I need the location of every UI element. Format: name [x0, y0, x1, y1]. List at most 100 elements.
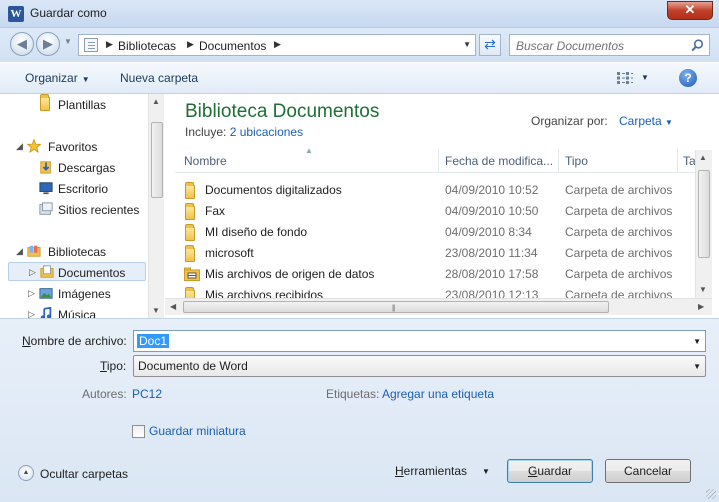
breadcrumb-separator-icon[interactable]: ▶ — [274, 39, 281, 50]
chevron-down-icon: ▼ — [665, 118, 673, 127]
file-type: Carpeta de archivos — [565, 246, 673, 260]
column-header-size[interactable]: Ta — [683, 154, 696, 168]
forward-button[interactable]: ▶ — [36, 32, 60, 56]
sort-ascending-icon: ▲ — [305, 146, 313, 155]
cancel-button[interactable]: Cancelar — [605, 459, 691, 483]
save-button[interactable]: Guardar — [507, 459, 593, 483]
breadcrumb-separator-icon[interactable]: ▶ — [106, 39, 113, 50]
file-type: Carpeta de archivos — [565, 183, 673, 197]
change-view-icon[interactable] — [617, 72, 633, 84]
collapse-up-icon[interactable]: ▲ — [18, 465, 34, 481]
arrange-by-dropdown[interactable]: Carpeta ▼ — [619, 114, 673, 128]
star-icon — [26, 139, 42, 153]
scroll-up-icon[interactable]: ▲ — [699, 153, 707, 162]
scroll-down-icon[interactable]: ▼ — [152, 306, 160, 315]
nav-item-label: Escritorio — [58, 182, 109, 196]
save-thumbnail-label[interactable]: Guardar miniatura — [149, 424, 246, 438]
includes-label: Incluye: — [185, 125, 227, 139]
close-button[interactable]: ✕ — [667, 1, 713, 20]
nav-item-descargas[interactable]: Descargas — [8, 158, 148, 177]
nav-item-sitios-recientes[interactable]: Sitios recientes — [8, 200, 148, 219]
nav-item-label: Sitios recientes — [58, 203, 140, 217]
collapsed-arrow-icon[interactable]: ▷ — [28, 309, 35, 318]
resize-grip[interactable] — [706, 489, 716, 499]
table-row[interactable]: Mis archivos de origen de datos 28/08/20… — [175, 264, 695, 285]
file-type: Carpeta de archivos — [565, 204, 673, 218]
scroll-left-icon[interactable]: ◀ — [170, 302, 176, 311]
tags-value[interactable]: Agregar una etiqueta — [382, 387, 494, 401]
table-row[interactable]: MI diseño de fondo 04/09/2010 8:34 Carpe… — [175, 222, 695, 243]
nav-item-label: Imágenes — [58, 287, 111, 301]
organize-button[interactable]: Organizar ▼ — [25, 71, 90, 85]
collapsed-arrow-icon[interactable]: ▷ — [29, 267, 36, 278]
file-name: Fax — [205, 204, 226, 218]
desktop-icon — [39, 182, 53, 195]
recent-places-icon — [39, 202, 53, 215]
address-bar[interactable]: ▶ Bibliotecas ▶ Documentos ▶ ▼ — [78, 34, 476, 56]
recent-pages-dropdown-icon[interactable]: ▼ — [64, 37, 72, 46]
window-title: Guardar como — [30, 6, 107, 20]
file-type-value: Documento de Word — [138, 359, 248, 373]
chevron-down-icon[interactable]: ▼ — [693, 337, 701, 346]
authors-value[interactable]: PC12 — [132, 387, 162, 401]
table-row[interactable]: microsoft 23/08/2010 11:34 Carpeta de ar… — [175, 243, 695, 264]
tools-button[interactable]: Herramientas — [395, 464, 467, 478]
column-header-type[interactable]: Tipo — [565, 154, 588, 168]
library-includes: Incluye: 2 ubicaciones — [185, 125, 303, 139]
scroll-up-icon[interactable]: ▲ — [152, 97, 160, 106]
command-bar: Organizar ▼ Nueva carpeta ▼ ? — [0, 62, 719, 94]
title-bar: W Guardar como ✕ — [0, 0, 719, 28]
filename-input[interactable]: Doc1 ▼ — [133, 330, 706, 352]
chevron-down-icon[interactable]: ▼ — [482, 467, 490, 476]
chevron-down-icon[interactable]: ▼ — [693, 362, 701, 371]
back-button[interactable]: ◀ — [10, 32, 34, 56]
table-row[interactable]: Fax 04/09/2010 10:50 Carpeta de archivos — [175, 201, 695, 222]
file-name: microsoft — [205, 246, 254, 260]
locations-link[interactable]: 2 ubicaciones — [230, 125, 303, 139]
breadcrumb-bibliotecas[interactable]: Bibliotecas — [118, 39, 176, 53]
file-date: 28/08/2010 17:58 — [445, 267, 539, 281]
file-type-select[interactable]: Documento de Word ▼ — [133, 355, 706, 377]
nav-item-favoritos[interactable]: ◢ Favoritos — [8, 137, 148, 156]
column-header-name[interactable]: Nombre — [184, 154, 227, 168]
file-date: 04/09/2010 10:52 — [445, 183, 539, 197]
column-divider[interactable] — [438, 149, 439, 173]
scrollbar-thumb[interactable]: ||| — [183, 301, 609, 313]
column-header-row: ▲ Nombre Fecha de modifica... Tipo Ta — [175, 146, 696, 173]
table-row[interactable]: Documentos digitalizados 04/09/2010 10:5… — [175, 180, 695, 201]
scroll-right-icon[interactable]: ▶ — [698, 302, 704, 311]
hide-folders-button[interactable]: Ocultar carpetas — [40, 467, 128, 481]
file-list-horizontal-scrollbar[interactable]: ◀ ||| ▶ — [165, 298, 712, 315]
collapsed-arrow-icon[interactable]: ▷ — [28, 288, 35, 299]
navigation-scrollbar[interactable]: ▲ ▼ — [148, 94, 164, 318]
nav-item-plantillas[interactable]: Plantillas — [8, 94, 148, 114]
expanded-arrow-icon[interactable]: ◢ — [16, 141, 23, 152]
expanded-arrow-icon[interactable]: ◢ — [16, 246, 23, 257]
nav-item-imagenes[interactable]: ▷ Imágenes — [8, 284, 148, 303]
refresh-button[interactable]: ⇄ — [479, 34, 501, 56]
search-input[interactable]: Buscar Documentos — [509, 34, 710, 56]
authors-label: Autores: — [82, 387, 127, 401]
search-icon[interactable] — [691, 39, 704, 52]
breadcrumb-separator-icon[interactable]: ▶ — [187, 39, 194, 50]
save-thumbnail-checkbox[interactable] — [132, 425, 145, 438]
column-header-date[interactable]: Fecha de modifica... — [445, 154, 553, 168]
nav-item-musica[interactable]: ▷ Música — [8, 305, 148, 318]
column-divider[interactable] — [677, 149, 678, 173]
help-icon[interactable]: ? — [679, 69, 697, 87]
scroll-down-icon[interactable]: ▼ — [699, 285, 707, 294]
new-folder-button[interactable]: Nueva carpeta — [120, 71, 198, 85]
filename-label: Nombre de archivo: — [22, 334, 127, 348]
nav-item-bibliotecas[interactable]: ◢ Bibliotecas — [8, 242, 148, 261]
file-list-vertical-scrollbar[interactable]: ▲ ▼ — [695, 150, 712, 298]
breadcrumb-documentos[interactable]: Documentos — [199, 39, 266, 53]
address-dropdown-icon[interactable]: ▼ — [463, 40, 471, 49]
scrollbar-thumb[interactable] — [698, 170, 710, 258]
nav-item-documentos[interactable]: ▷ Documentos — [8, 262, 146, 281]
scrollbar-thumb[interactable] — [151, 122, 163, 198]
save-label-text: uardar — [537, 464, 573, 478]
column-divider[interactable] — [558, 149, 559, 173]
type-label-mnemonic: T — [100, 359, 107, 373]
views-dropdown-icon[interactable]: ▼ — [641, 73, 649, 82]
nav-item-escritorio[interactable]: Escritorio — [8, 179, 148, 198]
